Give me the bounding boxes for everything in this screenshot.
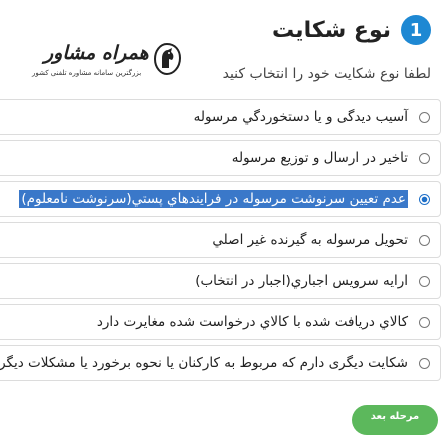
step-number-badge: 1 <box>401 15 431 45</box>
radio-button[interactable] <box>419 111 430 123</box>
complaint-option-label: شکایت دیگری دارم که مربوط به کارکنان یا … <box>0 355 408 371</box>
complaint-option-label: تاخیر در ارسال و توزیع مرسوله <box>231 150 408 166</box>
radio-button[interactable] <box>419 357 430 369</box>
complaint-option-label: ارايه سرويس اجباري(اجبار در انتخاب) <box>195 273 408 289</box>
complaint-option-label: تحویل مرسوله به گیرنده غیر اصلي <box>212 232 408 248</box>
complaint-option-label: عدم تعیین سرنوشت مرسوله در فرایندهاي پست… <box>19 190 408 208</box>
radio-button[interactable] <box>419 316 430 328</box>
complaint-option-6[interactable]: کالاي دريافت شده با کالاي درخواست شده مغ… <box>0 304 441 340</box>
complaint-type-options: آسیب دیدگی و یا دستخوردگي مرسوله تاخیر در… <box>0 99 441 386</box>
next-step-button[interactable]: مرحله بعد <box>352 405 438 435</box>
watermark-logo: همراه مشاور بزرگترین سامانه مشاوره تلفنی… <box>20 40 190 86</box>
complaint-option-3[interactable]: عدم تعیین سرنوشت مرسوله در فرایندهاي پست… <box>0 181 441 217</box>
logo-tagline: بزرگترین سامانه مشاوره تلفنی کشور <box>32 69 142 77</box>
section-header: 1 نوع شکایت <box>272 12 431 48</box>
radio-button[interactable] <box>419 193 430 205</box>
complaint-option-2[interactable]: تاخیر در ارسال و توزیع مرسوله <box>0 140 441 176</box>
instruction-text: لطفا نوع شکایت خود را انتخاب کنید <box>222 66 431 82</box>
complaint-option-1[interactable]: آسیب دیدگی و یا دستخوردگي مرسوله <box>0 99 441 135</box>
radio-button[interactable] <box>419 275 430 287</box>
radio-button[interactable] <box>419 234 430 246</box>
radio-button[interactable] <box>419 152 430 164</box>
complaint-option-4[interactable]: تحویل مرسوله به گیرنده غیر اصلي <box>0 222 441 258</box>
section-title: نوع شکایت <box>272 17 391 43</box>
complaint-option-7[interactable]: شکایت دیگری دارم که مربوط به کارکنان یا … <box>0 345 441 381</box>
complaint-option-label: کالاي دريافت شده با کالاي درخواست شده مغ… <box>96 314 408 330</box>
logo-brand-text: همراه مشاور <box>44 42 149 64</box>
complaint-option-5[interactable]: ارايه سرويس اجباري(اجبار در انتخاب) <box>0 263 441 299</box>
complaint-option-label: آسیب دیدگی و یا دستخوردگي مرسوله <box>193 109 408 125</box>
horse-emblem-icon <box>153 42 182 76</box>
